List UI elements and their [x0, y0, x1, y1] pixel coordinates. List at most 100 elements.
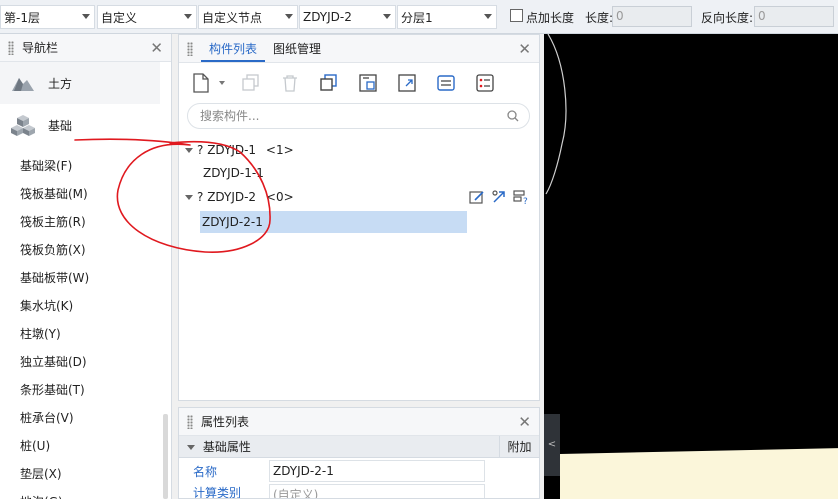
component-search-input[interactable]: 搜索构件...: [187, 103, 530, 129]
layer-copy-button[interactable]: [317, 71, 341, 95]
collapse-triangle-icon[interactable]: [185, 148, 193, 153]
top-toolbar: 第-1层 自定义 自定义节点 ZDYJD-2 分层1 点加长度 长度: 0 反向…: [0, 0, 838, 34]
chevron-left-icon: <: [547, 439, 557, 450]
copy-button[interactable]: [239, 71, 263, 95]
tree-node-zdyjd-2[interactable]: ? ZDYJD-2 <0>: [185, 186, 294, 208]
new-component-dropdown[interactable]: [217, 71, 227, 95]
nav-scrollbar[interactable]: [163, 414, 168, 499]
node-select-value: 自定义节点: [202, 10, 263, 25]
tree-row-actions: ?: [469, 189, 529, 205]
export-button[interactable]: [395, 71, 419, 95]
chevron-down-icon: [82, 14, 90, 19]
properties-panel: 属性列表 ✕ 基础属性 附加 名称 ZDYJD-2-1 计算类别 (自定义): [178, 407, 540, 499]
nav-item-pile[interactable]: 桩(U): [0, 432, 171, 460]
nav-title: 导航栏: [22, 41, 59, 55]
component-select[interactable]: ZDYJD-2: [299, 5, 396, 29]
earthwork-icon: [12, 78, 34, 91]
close-icon[interactable]: ✕: [518, 40, 531, 58]
nav-category-label: 土方: [48, 76, 73, 91]
component-select-value: ZDYJD-2: [303, 10, 352, 24]
component-panel: 构件列表 图纸管理 ✕ 搜索构件... ? ZDYJD-1 <1> ZDYJD-…: [178, 34, 540, 401]
floor-select-value: 第-1层: [4, 10, 40, 25]
tree-leaf-zdyjd-1-1[interactable]: ZDYJD-1-1: [201, 162, 264, 184]
tree-node-count: <1>: [265, 143, 294, 157]
reverse-length-input[interactable]: 0: [754, 6, 834, 27]
nav-item-foundation-beam[interactable]: 基础梁(F): [0, 152, 171, 180]
drawing-viewport[interactable]: <: [544, 34, 838, 499]
property-value-input[interactable]: ZDYJD-2-1: [269, 460, 485, 482]
component-tabs: 构件列表 图纸管理 ✕: [179, 35, 539, 63]
viewport-floor-plane: [560, 447, 838, 499]
property-help-icon[interactable]: ?: [513, 189, 529, 205]
point-add-length-checkbox[interactable]: [510, 9, 523, 22]
nav-item-column-pier[interactable]: 柱墩(Y): [0, 320, 171, 348]
drag-handle-icon[interactable]: [187, 42, 193, 56]
layer-select-value: 分层1: [401, 10, 433, 25]
collapse-triangle-icon[interactable]: [185, 195, 193, 200]
floor-select[interactable]: 第-1层: [0, 5, 95, 29]
point-add-length-label: 点加长度: [526, 11, 575, 25]
attribute-button[interactable]: [473, 71, 497, 95]
nav-item-raft-main-rebar[interactable]: 筏板主筋(R): [0, 208, 171, 236]
delete-button[interactable]: [278, 71, 302, 95]
attribute-list-icon: [476, 74, 494, 92]
display-icon: [437, 75, 455, 91]
new-component-button[interactable]: [189, 71, 213, 95]
tree-leaf-label: ZDYJD-2-1: [202, 215, 263, 229]
trash-icon: [283, 75, 297, 92]
collapse-panel-button[interactable]: <: [544, 414, 560, 476]
property-value-input[interactable]: (自定义): [269, 484, 485, 498]
tab-drawing-management[interactable]: 图纸管理: [265, 36, 329, 62]
properties-title: 属性列表: [201, 415, 250, 429]
property-name: 名称: [193, 464, 218, 479]
search-placeholder: 搜索构件...: [200, 109, 260, 123]
nav-item-trench[interactable]: 地沟(G): [0, 488, 171, 499]
drag-handle-icon[interactable]: [187, 414, 193, 429]
node-select[interactable]: 自定义节点: [198, 5, 298, 29]
layer-select[interactable]: 分层1: [397, 5, 497, 29]
nav-category-earthwork[interactable]: 土方: [0, 62, 160, 104]
chevron-down-icon: [219, 81, 225, 85]
nav-item-foundation-strip[interactable]: 基础板带(W): [0, 264, 171, 292]
navigation-panel: 导航栏 ✕ 土方 基础 基础梁(F) 筏板基础(M) 筏板主筋(R) 筏板负筋(…: [0, 34, 172, 499]
nav-item-raft-negative-rebar[interactable]: 筏板负筋(X): [0, 236, 171, 264]
layer-copy-icon: [320, 74, 337, 91]
tab-component-list[interactable]: 构件列表: [201, 36, 266, 62]
viewport-drawing: [545, 34, 567, 195]
edit-drawing-icon[interactable]: [469, 189, 485, 205]
extra-column-header: 附加: [499, 436, 539, 458]
chevron-down-icon: [184, 14, 192, 19]
property-group-label: 基础属性: [202, 440, 251, 454]
component-toolbar: [179, 63, 539, 103]
nav-item-sump-pit[interactable]: 集水坑(K): [0, 292, 171, 320]
nav-item-raft-foundation[interactable]: 筏板基础(M): [0, 180, 171, 208]
property-group-basic[interactable]: 基础属性 附加: [179, 436, 539, 458]
foundation-icon: [11, 115, 35, 136]
search-icon: [507, 110, 519, 122]
property-name: 计算类别: [193, 486, 242, 498]
export-icon: [398, 74, 416, 92]
tree-node-label: ZDYJD-1: [207, 143, 257, 157]
nav-item-cushion[interactable]: 垫层(X): [0, 460, 171, 488]
length-input[interactable]: 0: [612, 6, 692, 27]
length-label: 长度:: [585, 11, 614, 25]
nav-item-pile-cap[interactable]: 桩承台(V): [0, 404, 171, 432]
type-select[interactable]: 自定义: [97, 5, 197, 29]
close-icon[interactable]: ✕: [150, 39, 163, 57]
import-button[interactable]: [356, 71, 380, 95]
type-select-value: 自定义: [101, 10, 138, 25]
property-row-calc-type: 计算类别 (自定义): [179, 484, 539, 498]
nav-category-foundation[interactable]: 基础: [0, 104, 160, 146]
collapse-triangle-icon[interactable]: [187, 445, 195, 450]
property-row-name: 名称 ZDYJD-2-1: [179, 458, 539, 484]
nav-item-isolated-footing[interactable]: 独立基础(D): [0, 348, 171, 376]
close-icon[interactable]: ✕: [518, 413, 531, 431]
display-button[interactable]: [434, 71, 458, 95]
nav-item-strip-footing[interactable]: 条形基础(T): [0, 376, 171, 404]
import-icon: [359, 74, 377, 92]
tree-leaf-zdyjd-2-1[interactable]: ZDYJD-2-1: [200, 211, 467, 233]
tree-node-zdyjd-1[interactable]: ? ZDYJD-1 <1>: [185, 139, 294, 161]
node-settings-icon[interactable]: [491, 189, 507, 205]
drag-handle-icon[interactable]: [8, 40, 14, 55]
tree-node-count: <0>: [265, 190, 294, 204]
